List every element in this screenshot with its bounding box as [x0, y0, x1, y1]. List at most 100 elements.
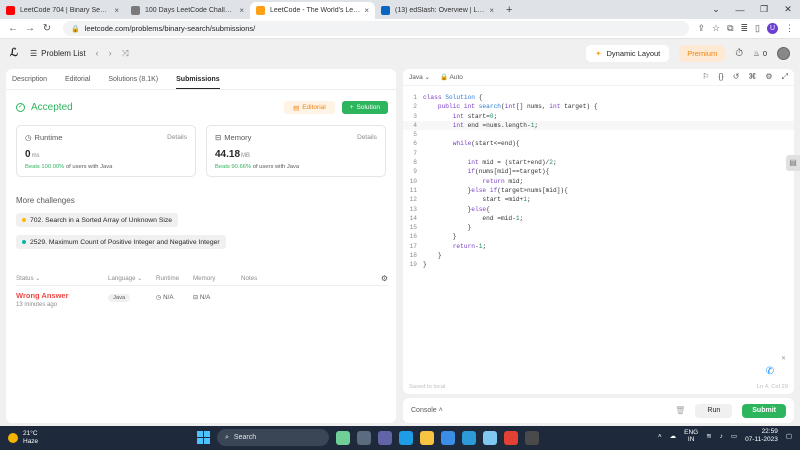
- code-line[interactable]: 13 }else{: [403, 205, 794, 214]
- onedrive-icon[interactable]: ☁: [670, 432, 677, 440]
- code-line[interactable]: 14 end =mid-1;: [403, 214, 794, 223]
- share-icon[interactable]: ⇪: [697, 23, 705, 34]
- braces-icon[interactable]: {}: [718, 72, 723, 82]
- profile-avatar[interactable]: U: [767, 23, 778, 34]
- browser-tab[interactable]: 100 Days LeetCode Challenge ×: [125, 2, 250, 19]
- close-tab-icon[interactable]: ×: [489, 6, 494, 15]
- code-line[interactable]: 11 }else if(target>nums[mid]){: [403, 186, 794, 195]
- shuffle-icon[interactable]: ⤨: [122, 48, 129, 59]
- problem-list-button[interactable]: ☰ Problem List: [30, 49, 86, 58]
- auto-mode-toggle[interactable]: 🔒 Auto: [440, 73, 463, 81]
- notification-icon[interactable]: ▢: [786, 432, 792, 440]
- extensions-icon[interactable]: ⧉: [727, 23, 733, 34]
- browser-tab[interactable]: (13) edSlash: Overview | LinkedIn ×: [375, 2, 500, 19]
- menu-icon[interactable]: ⋮: [785, 23, 794, 34]
- code-line[interactable]: 8 int mid = (start+end)/2;: [403, 158, 794, 167]
- sidebar-icon[interactable]: ▯: [755, 23, 760, 34]
- terminal-icon[interactable]: [525, 430, 539, 445]
- notes-side-icon[interactable]: ▤: [786, 155, 800, 171]
- code-line[interactable]: 3 int start=0;: [403, 112, 794, 121]
- bookmark-icon[interactable]: ⚐: [702, 72, 709, 82]
- maximize-icon[interactable]: ❐: [752, 4, 776, 15]
- close-window-icon[interactable]: ✕: [776, 4, 800, 15]
- tab-solutions[interactable]: Solutions (8.1K): [108, 76, 158, 83]
- user-avatar[interactable]: [777, 46, 790, 60]
- code-line[interactable]: 12 start =mid+1;: [403, 195, 794, 204]
- notifications-button[interactable]: ♨ 0: [753, 49, 767, 58]
- photos-icon[interactable]: [483, 430, 497, 445]
- settings-icon[interactable]: ⚙: [765, 72, 772, 82]
- console-toggle[interactable]: Console ˄: [411, 407, 443, 414]
- timer-icon[interactable]: ⏱: [735, 48, 743, 59]
- prev-problem-icon[interactable]: ‹: [96, 48, 99, 58]
- back-icon[interactable]: ←: [6, 23, 20, 34]
- reset-icon[interactable]: ↺: [733, 72, 740, 82]
- table-row[interactable]: Wrong Answer 13 minutes ago Java ◷ N/A ⊟…: [16, 286, 388, 308]
- vscode-icon[interactable]: [462, 430, 476, 445]
- challenge-link[interactable]: 702. Search in a Sorted Array of Unknown…: [16, 213, 179, 227]
- submit-button[interactable]: Submit: [742, 403, 786, 418]
- code-line[interactable]: 7: [403, 149, 794, 158]
- tray-overflow-icon[interactable]: ˄: [658, 433, 662, 440]
- clock[interactable]: 22:59 07-11-2023: [745, 428, 778, 444]
- forward-icon[interactable]: →: [23, 23, 37, 34]
- settings-gear-icon[interactable]: ⚙: [378, 274, 388, 283]
- code-line[interactable]: 5: [403, 130, 794, 139]
- close-chat-icon[interactable]: ✕: [781, 355, 786, 362]
- code-line[interactable]: 17 return-1;: [403, 242, 794, 251]
- code-line[interactable]: 1 class Solution {: [403, 93, 794, 102]
- windows-start-icon[interactable]: [197, 431, 210, 444]
- teams-icon[interactable]: [378, 430, 392, 445]
- file-explorer-icon[interactable]: [420, 430, 434, 445]
- speaker-icon[interactable]: ♪: [720, 433, 723, 440]
- tab-editorial[interactable]: Editorial: [65, 76, 90, 83]
- code-line[interactable]: 18 }: [403, 251, 794, 260]
- close-tab-icon[interactable]: ×: [239, 6, 244, 15]
- weather-widget[interactable]: 21°C Haze: [8, 430, 38, 446]
- reload-icon[interactable]: ↻: [40, 23, 54, 34]
- code-line[interactable]: 19}: [403, 260, 794, 269]
- code-line[interactable]: 4 int end =nums.length-1;: [403, 120, 794, 131]
- battery-icon[interactable]: ▭: [731, 432, 737, 440]
- language-select[interactable]: Java ⌄: [409, 73, 430, 81]
- url-input[interactable]: 🔒 leetcode.com/problems/binary-search/su…: [63, 21, 690, 36]
- tab-search-icon[interactable]: ⌄: [704, 4, 728, 15]
- runtime-card[interactable]: ◷ Runtime Details 0ms Beats 100.00% of u…: [16, 125, 196, 177]
- fullscreen-icon[interactable]: ⤢: [782, 72, 788, 82]
- solution-button[interactable]: + Solution: [341, 101, 388, 114]
- code-area[interactable]: 1 class Solution {2 public int search(int…: [403, 93, 794, 270]
- leetcode-logo-icon[interactable]: ℒ: [10, 47, 22, 59]
- tab-submissions[interactable]: Submissions: [176, 76, 220, 89]
- chrome-icon[interactable]: [504, 430, 518, 445]
- status-column-filter[interactable]: Status ⌄: [16, 275, 108, 282]
- edge-icon[interactable]: [399, 430, 413, 445]
- memory-details-link[interactable]: Details: [357, 134, 377, 141]
- browser-tab-active[interactable]: LeetCode - The World's Leading ×: [250, 2, 375, 19]
- shortcut-icon[interactable]: ⌘: [748, 72, 756, 82]
- runtime-details-link[interactable]: Details: [167, 134, 187, 141]
- browser-tab[interactable]: LeetCode 704 | Binary Search | B ×: [0, 2, 125, 19]
- dynamic-layout-button[interactable]: ✦ Dynamic Layout: [586, 44, 670, 62]
- task-view-icon[interactable]: [357, 430, 371, 445]
- wrong-answer-link[interactable]: Wrong Answer: [16, 291, 108, 300]
- copilot-icon[interactable]: [336, 430, 350, 445]
- trash-icon[interactable]: 🗑: [675, 406, 685, 415]
- tab-description[interactable]: Description: [12, 76, 47, 83]
- language-indicator[interactable]: ENG IN: [684, 429, 698, 444]
- language-column-filter[interactable]: Language ⌄: [108, 275, 156, 282]
- new-tab-button[interactable]: +: [506, 4, 512, 16]
- chat-icon[interactable]: ✆: [762, 364, 778, 380]
- memory-card[interactable]: ⊟ Memory Details 44.18MB Beats 90.66% of…: [206, 125, 386, 177]
- bookmark-icon[interactable]: ☆: [712, 23, 720, 34]
- code-line[interactable]: 10 return mid;: [403, 177, 794, 186]
- editorial-button[interactable]: ▤ Editorial: [284, 101, 335, 114]
- premium-button[interactable]: Premium: [679, 44, 726, 62]
- code-line[interactable]: 15 }: [403, 223, 794, 232]
- taskbar-search[interactable]: ⌕ Search: [217, 429, 329, 446]
- code-line[interactable]: 2 public int search(int[] nums, int targ…: [403, 102, 794, 111]
- next-problem-icon[interactable]: ›: [109, 48, 112, 58]
- close-tab-icon[interactable]: ×: [364, 6, 369, 15]
- code-line[interactable]: 16 }: [403, 232, 794, 241]
- reading-list-icon[interactable]: ≣: [741, 23, 749, 34]
- challenge-link[interactable]: 2529. Maximum Count of Positive Integer …: [16, 235, 226, 249]
